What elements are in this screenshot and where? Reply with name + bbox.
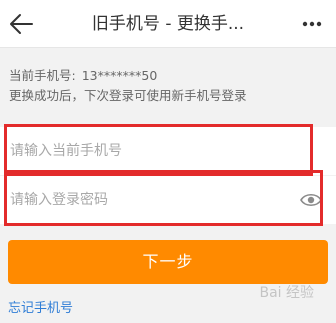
change-hint: 更换成功后，下次登录可使用新手机号登录 xyxy=(9,88,247,103)
phone-info: 当前手机号: 13*******50 更换成功后，下次登录可使用新手机号登录 xyxy=(9,66,329,106)
more-button[interactable] xyxy=(294,8,330,40)
eye-icon[interactable] xyxy=(300,190,322,210)
current-phone-label: 当前手机号: xyxy=(9,68,76,83)
page-title: 旧手机号 - 更换手... xyxy=(91,14,245,34)
current-phone-line: 当前手机号: 13*******50 xyxy=(9,66,329,86)
top-bar: 旧手机号 - 更换手... xyxy=(0,0,336,48)
current-phone-value: 13*******50 xyxy=(81,68,158,83)
watermark: Bai 经验 xyxy=(259,285,314,301)
phone-field xyxy=(0,127,336,175)
more-dots-icon xyxy=(302,21,322,27)
phone-input[interactable] xyxy=(10,127,280,175)
back-button[interactable] xyxy=(4,8,40,40)
next-button[interactable]: 下一步 xyxy=(8,240,328,284)
arrow-left-icon xyxy=(10,14,33,34)
password-input[interactable] xyxy=(10,176,280,224)
password-field xyxy=(0,176,336,224)
forgot-phone-link[interactable]: 忘记手机号 xyxy=(8,297,73,316)
